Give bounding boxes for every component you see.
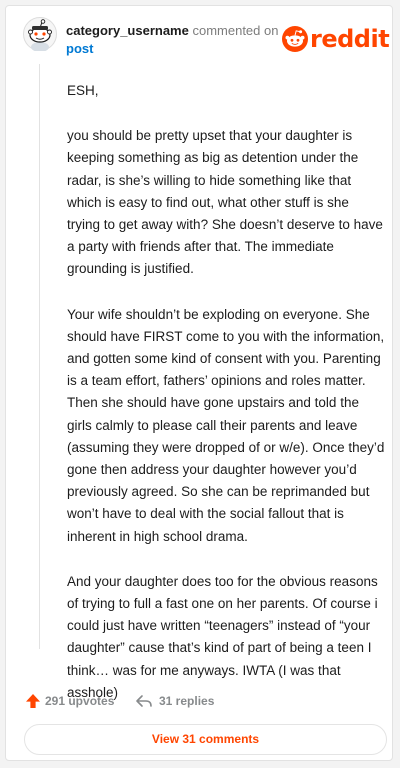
upvote-button[interactable]: 291 upvotes [25,690,114,712]
username-link[interactable]: category_username [66,23,189,38]
comment-paragraph: you should be pretty upset that your dau… [67,128,383,277]
snoo-avatar-icon[interactable] [23,17,57,51]
comment-paragraph: And your daughter does too for the obvio… [67,573,378,700]
comment-card: category_username commented on post redd… [5,5,393,761]
reply-button[interactable]: 31 replies [135,690,214,712]
reply-count: 31 replies [159,694,215,708]
comment-meta: category_username commented on post [66,22,281,58]
comment-actions: 291 upvotes 31 replies [25,690,385,712]
reddit-wordmark: reddit [310,25,390,53]
view-comments-button[interactable]: View 31 comments [24,724,387,755]
reply-arrow-icon [136,695,152,707]
commented-on-text: commented on [192,23,279,38]
reddit-logo[interactable]: reddit [282,25,390,53]
thread-line[interactable] [39,64,40,649]
comment-paragraph: ESH, [67,83,99,98]
upvote-arrow-icon [26,694,40,708]
post-link[interactable]: post [66,40,281,58]
comment-paragraph: Your wife shouldn’t be exploding on ever… [67,306,385,544]
comment-body: ESH, you should be pretty upset that you… [67,80,385,727]
upvote-count: 291 upvotes [45,694,115,708]
reddit-snoo-icon [282,26,308,52]
